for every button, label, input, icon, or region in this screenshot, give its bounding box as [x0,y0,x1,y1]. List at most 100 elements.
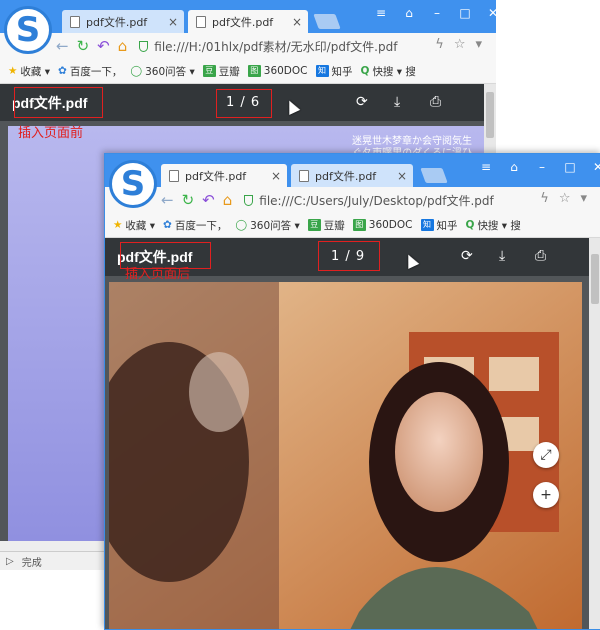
home-icon[interactable]: ⌂ [118,37,128,55]
kuaisou-icon: Q [465,219,475,231]
bookmark-label: 360问答 ▾ [250,219,300,232]
sidebar-toggle-icon[interactable]: ▷ [6,556,14,567]
portrait-photo [109,282,582,629]
print-icon[interactable]: ⎙ [430,94,441,110]
shield-icon [139,40,149,52]
window-controls: ≡ ⌂ – □ ✕ [374,6,496,20]
paw-icon: ✿ [58,65,67,77]
bookmark-kuaisou[interactable]: Q 快搜 ▾ 搜 [466,218,521,233]
minimize-icon[interactable]: – [430,6,444,20]
scrollbar-thumb[interactable] [591,254,599,304]
360doc-icon: 图 [352,219,366,231]
chevron-down-icon[interactable]: ▾ [580,191,587,206]
lightning-icon[interactable]: ϟ [435,37,444,52]
address-bar: ← ↻ ↶ ⌂ file:///H:/01hlx/pdf素材/无水印/pdf文件… [0,33,496,59]
bookmark-360doc[interactable]: 图 360DOC [352,219,413,231]
vertical-scrollbar[interactable] [589,238,600,629]
360-icon: ◯ [130,65,143,77]
back-arrow-icon[interactable]: ← [56,37,69,55]
download-icon[interactable]: ⤓ [499,248,505,264]
scrollbar-thumb[interactable] [486,92,494,138]
minimize-icon[interactable]: – [535,160,549,174]
address-actions: ϟ ☆ ▾ [435,37,482,52]
paw-icon: ✿ [163,219,172,231]
zoom-in-icon[interactable]: + [533,482,559,508]
bookmark-label: 收藏 ▾ [20,65,51,78]
bookmark-favorites[interactable]: ★ 收藏 ▾ [8,64,50,79]
url-text: file:///H:/01hlx/pdf素材/无水印/pdf文件.pdf [154,39,398,54]
skin-icon[interactable]: ⌂ [402,6,416,20]
undo-icon[interactable]: ↶ [97,37,110,55]
url-field[interactable]: file:///H:/01hlx/pdf素材/无水印/pdf文件.pdf [139,38,397,55]
browser-window-after: pdf文件.pdf × pdf文件.pdf × ≡ ⌂ – □ ✕ S ← ↻ … [104,153,600,630]
page-icon [70,15,80,28]
bookmark-label: 360DOC [263,65,308,77]
close-tab-icon[interactable]: × [168,15,178,29]
window-controls: ≡ ⌂ – □ ✕ [479,160,600,174]
tab-2[interactable]: pdf文件.pdf × [291,164,413,187]
bookmark-douban[interactable]: 豆豆瓣 [202,64,240,79]
new-tab-button[interactable] [313,14,341,29]
star-icon: ★ [8,65,18,77]
tab-2[interactable]: pdf文件.pdf × [188,10,308,33]
bookmark-360-wenda[interactable]: ◯ 360问答 ▾ [235,218,299,233]
shield-icon [244,194,254,206]
bookmark-baidu[interactable]: ✿ 百度一下， [58,64,122,79]
new-tab-button[interactable] [420,168,448,183]
bookmarks-bar: ★ 收藏 ▾ ✿ 百度一下， ◯ 360问答 ▾ 豆豆瓣 图 360DOC 知知乎 Q快… [105,213,600,238]
bookmark-kuaisou[interactable]: Q 快搜 ▾ 搜 [361,64,416,79]
bookmark-label: 知乎 [331,65,353,78]
close-tab-icon[interactable]: × [397,169,407,183]
bookmark-favorites[interactable]: ★ 收藏 ▾ [113,218,155,233]
bookmark-baidu[interactable]: ✿ 百度一下， [163,218,227,233]
bookmark-label: 豆瓣 [323,219,345,232]
favorite-star-icon[interactable]: ☆ [559,191,571,206]
refresh-icon[interactable]: ↻ [182,191,195,209]
chevron-down-icon[interactable]: ▾ [475,37,482,52]
bookmark-360-wenda[interactable]: ◯ 360问答 ▾ [130,64,194,79]
bookmark-360doc[interactable]: 图 360DOC [247,65,308,77]
undo-icon[interactable]: ↶ [202,191,215,209]
pdf-viewport: ⤢ + [105,276,589,629]
address-actions: ϟ ☆ ▾ [540,191,587,206]
fit-page-icon[interactable]: ⤢ [533,442,559,468]
favorite-star-icon[interactable]: ☆ [454,37,466,52]
bookmark-label: 360DOC [368,219,413,231]
close-window-icon[interactable]: ✕ [486,6,496,20]
skin-icon[interactable]: ⌂ [507,160,521,174]
bookmark-zhihu[interactable]: 知知乎 [420,218,458,233]
maximize-icon[interactable]: □ [458,6,472,20]
close-tab-icon[interactable]: × [271,169,281,183]
pdf-page [109,282,582,629]
home-icon[interactable]: ⌂ [223,191,233,209]
kuaisou-icon: Q [360,65,370,77]
tab-1[interactable]: pdf文件.pdf × [62,10,184,33]
title-bar: pdf文件.pdf × pdf文件.pdf × ≡ ⌂ – □ ✕ [105,154,600,187]
tab-label: pdf文件.pdf [185,169,247,183]
maximize-icon[interactable]: □ [563,160,577,174]
print-icon[interactable]: ⎙ [535,248,546,264]
bookmark-label: 360问答 ▾ [145,65,195,78]
zhihu-icon: 知 [315,65,329,77]
page-icon [299,169,309,182]
bookmark-douban[interactable]: 豆豆瓣 [307,218,345,233]
rotate-icon[interactable]: ⟳ [356,94,368,110]
bookmark-zhihu[interactable]: 知知乎 [315,64,353,79]
menu-icon[interactable]: ≡ [374,6,388,20]
menu-icon[interactable]: ≡ [479,160,493,174]
lightning-icon[interactable]: ϟ [540,191,549,206]
tab-1[interactable]: pdf文件.pdf × [161,164,287,187]
title-highlight-box [14,87,103,118]
bookmark-label: 收藏 ▾ [125,219,156,232]
url-field[interactable]: file:///C:/Users/July/Desktop/pdf文件.pdf [244,192,494,209]
star-icon: ★ [113,219,123,231]
refresh-icon[interactable]: ↻ [77,37,90,55]
tab-label: pdf文件.pdf [212,15,274,29]
rotate-icon[interactable]: ⟳ [461,248,473,264]
bookmarks-bar: ★ 收藏 ▾ ✿ 百度一下， ◯ 360问答 ▾ 豆豆瓣 图 360DOC 知知乎 Q快… [0,59,496,84]
page-count-highlight-box [318,241,380,271]
download-icon[interactable]: ⤓ [394,94,400,110]
back-arrow-icon[interactable]: ← [161,191,174,209]
close-window-icon[interactable]: ✕ [591,160,600,174]
close-tab-icon[interactable]: × [292,15,302,29]
